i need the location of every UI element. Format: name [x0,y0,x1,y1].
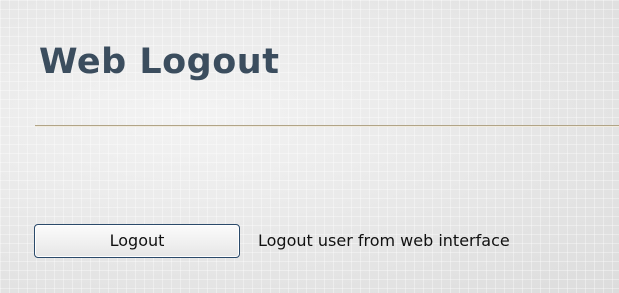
title-divider [35,125,619,127]
page-title: Web Logout [39,42,280,82]
logout-description: Logout user from web interface [258,231,510,250]
web-logout-panel: Web Logout Logout Logout user from web i… [0,0,619,293]
logout-button[interactable]: Logout [34,224,240,258]
